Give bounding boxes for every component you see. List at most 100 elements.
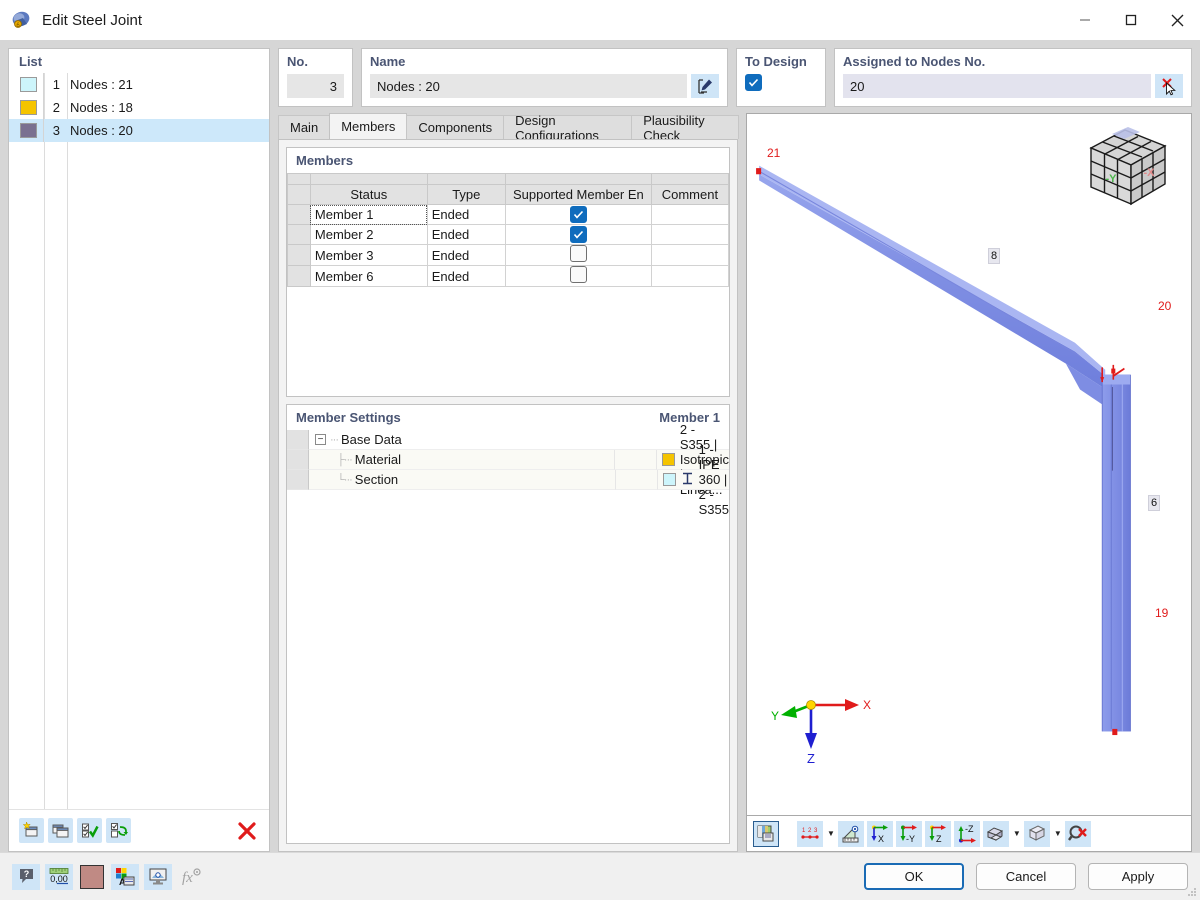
visibility-button[interactable]: [144, 863, 172, 890]
collapse-expander-icon[interactable]: −: [315, 434, 326, 445]
units-button[interactable]: 0,00: [45, 863, 73, 890]
cell-status[interactable]: Member 2: [309, 224, 428, 245]
cell-comment[interactable]: [650, 224, 730, 245]
joint-name-label: Name: [370, 54, 406, 69]
close-button[interactable]: [1154, 0, 1200, 40]
tab-plausibility-check[interactable]: Plausibility Check: [631, 113, 739, 143]
material-color-swatch: [661, 453, 675, 466]
view-in-z-button[interactable]: Z: [924, 820, 951, 847]
row-selector[interactable]: [287, 265, 311, 287]
tab-design-configurations[interactable]: Design Configurations: [503, 113, 633, 143]
view-in-x-button[interactable]: X: [866, 820, 893, 847]
wireframe-dropdown-caret-icon[interactable]: ▼: [1054, 829, 1062, 838]
table-row[interactable]: Member 2 Ended: [287, 224, 730, 245]
model-viewport[interactable]: -Y -X 21 20 19 8 6 X Y Z: [746, 113, 1192, 816]
cell-supported-member-end[interactable]: [504, 224, 652, 245]
invert-selection-button[interactable]: [106, 818, 131, 843]
row-selector[interactable]: [287, 244, 311, 266]
display-mode-dropdown-caret-icon[interactable]: ▼: [1013, 829, 1021, 838]
tree-group-base-data[interactable]: − ··· Base Data: [287, 430, 729, 450]
reset-zoom-button[interactable]: [1064, 820, 1091, 847]
minimize-button[interactable]: [1062, 0, 1108, 40]
list-item-number: 3: [52, 123, 60, 138]
numbering-dropdown-caret-icon[interactable]: ▼: [827, 829, 835, 838]
help-button[interactable]: ?: [12, 863, 40, 890]
row-selector[interactable]: [287, 224, 311, 245]
delete-joint-button[interactable]: [234, 818, 259, 843]
display-properties-button[interactable]: A: [111, 863, 139, 890]
red-x-pick-icon[interactable]: [1155, 74, 1183, 98]
copy-joint-button[interactable]: [48, 818, 73, 843]
table-header-row: Status Type Supported Member En Comment: [287, 184, 730, 205]
cell-status[interactable]: Member 6: [309, 265, 428, 287]
edit-pencil-icon[interactable]: [691, 74, 719, 98]
cell-type[interactable]: Ended: [426, 204, 506, 225]
cell-supported-member-end[interactable]: [504, 265, 652, 287]
joint-name-input[interactable]: Nodes : 20: [370, 74, 687, 98]
column-header-type[interactable]: Type: [426, 184, 506, 205]
supported-member-end-checkbox[interactable]: [569, 206, 587, 223]
column-header-comment[interactable]: Comment: [650, 184, 730, 205]
cell-comment[interactable]: [650, 244, 730, 266]
numbering-button[interactable]: 1 2 3: [797, 820, 823, 847]
tab-main[interactable]: Main: [278, 115, 331, 139]
member-settings-tree[interactable]: − ··· Base Data ├··· Material 2 - S355 |…: [287, 422, 729, 843]
cell-status[interactable]: Member 3: [309, 244, 428, 266]
cell-type[interactable]: Ended: [426, 244, 506, 266]
column-header-corner[interactable]: [287, 184, 311, 205]
table-row[interactable]: Member 3 Ended: [287, 244, 730, 266]
wireframe-button[interactable]: [1023, 820, 1050, 847]
cell-type[interactable]: Ended: [426, 224, 506, 245]
table-row[interactable]: Member 6 Ended: [287, 265, 730, 287]
dimensions-button[interactable]: [837, 820, 864, 847]
cell-supported-member-end[interactable]: [504, 244, 652, 266]
cell-comment[interactable]: [650, 204, 730, 225]
tree-row-section[interactable]: └··· Section 1 - IPE 360 | 2 - S355: [287, 442, 729, 517]
column-header-status[interactable]: Status: [309, 184, 428, 205]
tab-panel-left: Main Members Components Design Configura…: [278, 113, 739, 852]
tree-gutter: [287, 470, 309, 490]
view-in-negative-z-button[interactable]: -Z: [953, 820, 980, 847]
joint-list-panel: List 1 Nodes : 21 2 Nodes : 18 3 Nodes:…: [8, 48, 270, 852]
joint-number-input[interactable]: 3: [287, 74, 344, 98]
tab-components[interactable]: Components: [406, 115, 505, 139]
list-item-selected[interactable]: 3 Nodes : 20: [9, 119, 269, 142]
list-item[interactable]: 1 Nodes : 21: [9, 73, 269, 96]
tree-group-row[interactable]: − ··· Base Data: [309, 430, 729, 450]
select-all-button[interactable]: [77, 818, 102, 843]
ok-button[interactable]: OK: [864, 863, 964, 890]
maximize-button[interactable]: [1108, 0, 1154, 40]
supported-member-end-checkbox[interactable]: [569, 226, 587, 243]
tab-members[interactable]: Members: [329, 113, 408, 139]
list-item[interactable]: 2 Nodes : 18: [9, 96, 269, 119]
view-in-negative-y-button[interactable]: -Y: [895, 820, 922, 847]
node-marker-19: [1112, 728, 1118, 736]
i-section-icon: [681, 472, 694, 488]
column-header-supported-member-end[interactable]: Supported Member En: [504, 184, 652, 205]
tree-row-label-cell[interactable]: └··· Section: [309, 470, 616, 490]
cell-type[interactable]: Ended: [426, 265, 506, 287]
members-table[interactable]: Status Type Supported Member En Comment …: [287, 173, 730, 287]
tree-row-material[interactable]: ├··· Material 2 - S355 | Isotropic | Lin…: [287, 422, 729, 497]
table-row[interactable]: Member 1 Ended: [287, 204, 730, 225]
render-view-button[interactable]: [753, 820, 779, 847]
cell-comment[interactable]: [650, 265, 730, 287]
cancel-button[interactable]: Cancel: [976, 863, 1076, 890]
resize-grip[interactable]: [1185, 885, 1197, 897]
color-swatch-button[interactable]: [78, 864, 106, 890]
supported-member-end-checkbox[interactable]: [569, 266, 587, 283]
supported-member-end-checkbox[interactable]: [569, 245, 587, 262]
cell-supported-member-end[interactable]: [504, 204, 652, 225]
joint-list[interactable]: 1 Nodes : 21 2 Nodes : 18 3 Nodes : 20: [9, 73, 269, 809]
window-title: Edit Steel Joint: [42, 11, 143, 29]
display-mode-button[interactable]: [982, 820, 1009, 847]
tree-row-label-cell[interactable]: ├··· Material: [309, 450, 615, 470]
property-value-section[interactable]: 1 - IPE 360 | 2 - S355: [657, 442, 729, 517]
row-selector[interactable]: [287, 204, 311, 225]
cell-status[interactable]: Member 1: [309, 204, 428, 225]
assigned-nodes-input[interactable]: 20: [843, 74, 1151, 98]
formula-button[interactable]: fx: [177, 864, 205, 890]
apply-button[interactable]: Apply: [1088, 863, 1188, 890]
new-joint-button[interactable]: [19, 818, 44, 843]
to-design-checkbox[interactable]: [745, 74, 762, 91]
